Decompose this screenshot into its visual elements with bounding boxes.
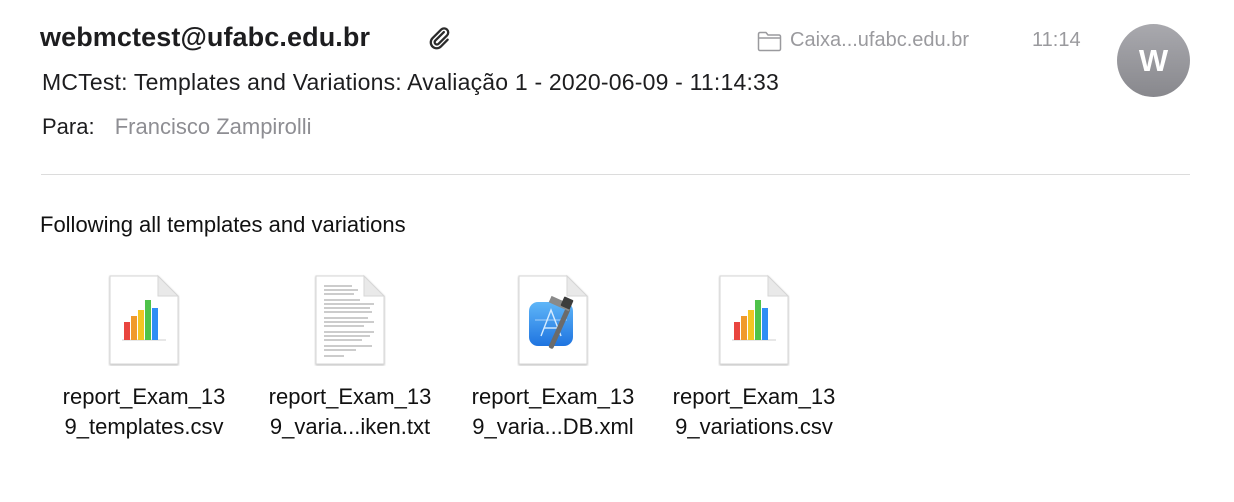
attachment-item[interactable]: report_Exam_13 9_varia...iken.txt [255,274,445,442]
text-document-icon [315,274,386,365]
xcode-document-icon [518,274,589,365]
subject-line: MCTest: Templates and Variations: Avalia… [42,69,780,95]
mailbox-label: Caixa...ufabc.edu.br [790,29,969,51]
numbers-chart-icon [719,274,790,365]
recipient-name[interactable]: Francisco Zampirolli [115,114,312,139]
attachment-item[interactable]: report_Exam_13 9_templates.csv [49,274,239,442]
attachment-filename: report_Exam_13 9_varia...iken.txt [268,384,432,439]
attachment-item[interactable]: report_Exam_13 9_varia...DB.xml [458,274,648,442]
header-divider [41,174,1190,175]
sender-address[interactable]: webmctest@ufabc.edu.br [40,22,370,53]
attachment-filename: report_Exam_13 9_varia...DB.xml [471,384,635,439]
recipient-row: Para: Francisco Zampirolli [42,114,312,140]
avatar[interactable]: W [1117,24,1190,97]
attachment-filename: report_Exam_13 9_variations.csv [672,384,836,439]
mailbox-location[interactable]: Caixa...ufabc.edu.br [757,29,969,52]
attachment-item[interactable]: report_Exam_13 9_variations.csv [659,274,849,442]
received-time: 11:14 [1032,29,1081,51]
to-label: Para: [42,114,95,139]
folder-icon [757,31,782,51]
paperclip-icon[interactable] [426,25,452,51]
attachment-filename: report_Exam_13 9_templates.csv [62,384,226,439]
message-body: Following all templates and variations [40,212,406,237]
numbers-chart-icon [109,274,180,365]
